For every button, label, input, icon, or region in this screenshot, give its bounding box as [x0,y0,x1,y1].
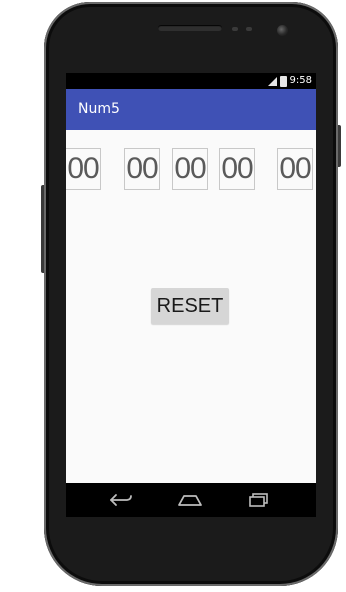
status-icons: 9:58 [267,75,312,87]
recents-icon [249,493,268,507]
recents-button[interactable] [244,489,274,511]
app-title: Num5 [78,101,120,117]
proximity-sensor [232,27,238,31]
digit-field-1[interactable]: 00 [66,148,101,190]
battery-icon [279,75,287,87]
status-time: 9:58 [289,75,312,86]
digit-field-2[interactable]: 00 [124,148,160,190]
reset-button[interactable]: RESET [151,288,229,324]
main-content: 00 00 00 00 00 RESET [66,130,316,483]
digit-field-3[interactable]: 00 [172,148,208,190]
status-bar: 9:58 [66,73,316,89]
digit-field-5[interactable]: 00 [277,148,313,190]
home-icon [178,495,202,506]
back-button[interactable] [106,489,136,511]
navigation-bar [66,483,316,517]
device-frame-page: 9:58 Num5 00 00 00 00 00 RESET [0,0,346,592]
digit-field-4[interactable]: 00 [219,148,255,190]
earpiece-speaker [158,25,222,31]
front-camera-icon [277,25,288,36]
signal-icon [267,76,277,86]
light-sensor [246,27,252,31]
device-screen: 9:58 Num5 00 00 00 00 00 RESET [66,73,316,517]
action-bar: Num5 [66,89,316,130]
home-button[interactable] [175,489,205,511]
back-icon [110,494,132,506]
